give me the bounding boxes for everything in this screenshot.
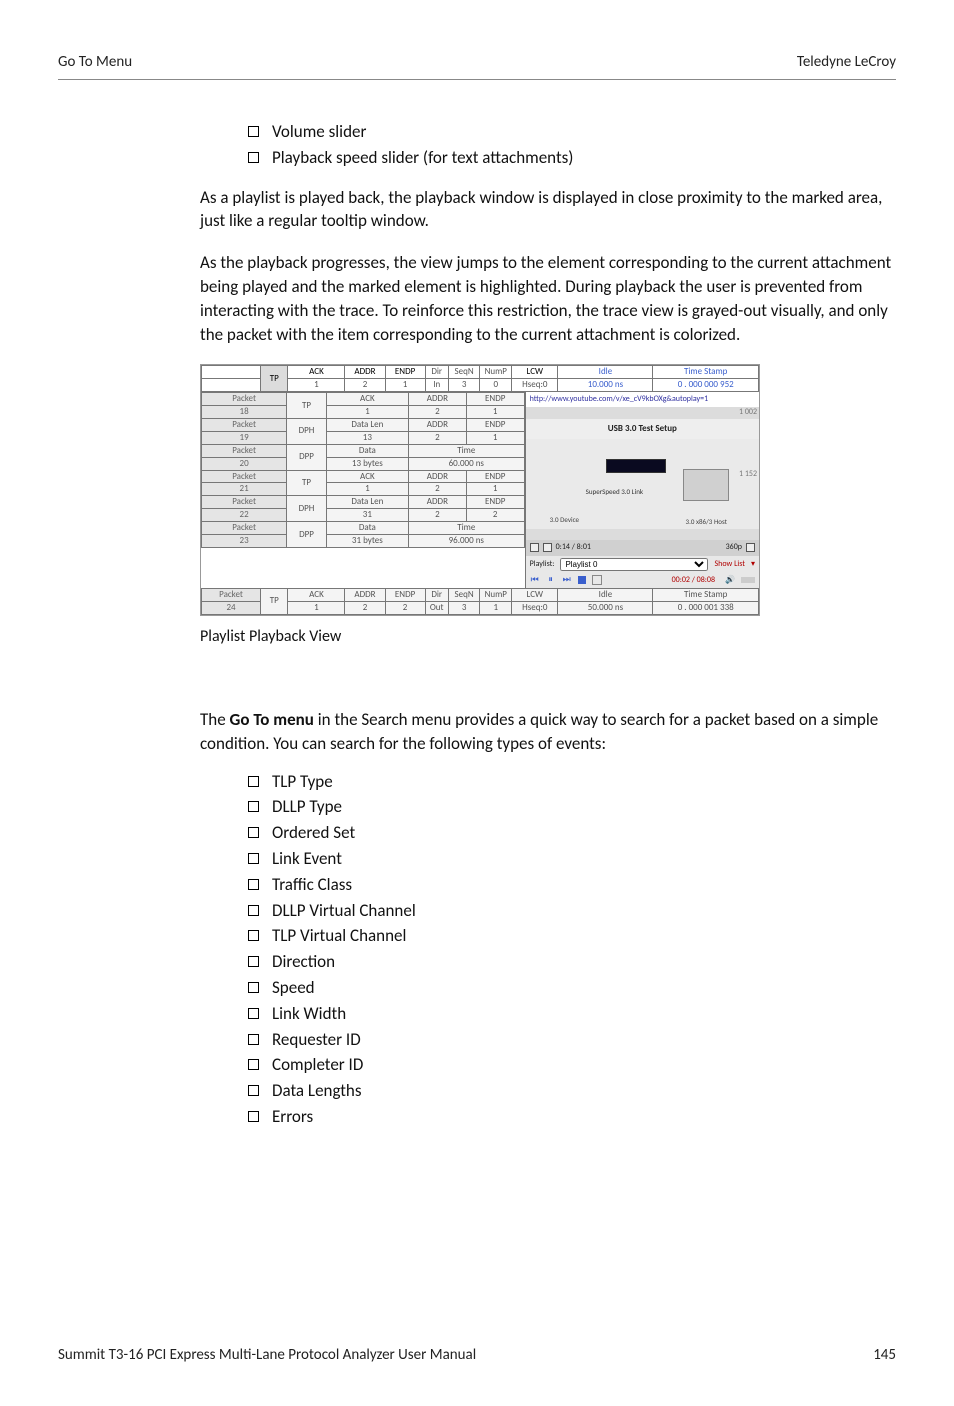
volume-icon[interactable]: 🔊	[725, 575, 735, 586]
chevron-down-icon[interactable]: ▾	[751, 559, 755, 570]
media-time: 00:02 / 08:08	[672, 575, 715, 586]
top-bullet-list: Volume slider Playback speed slider (for…	[58, 120, 896, 170]
footer-page-number: 145	[873, 1345, 896, 1366]
checkbox-icon[interactable]	[592, 575, 602, 585]
header-left: Go To Menu	[58, 52, 132, 73]
goto-paragraph: The Go To menu in the Search menu provid…	[58, 708, 896, 756]
pause-icon[interactable]	[530, 543, 539, 552]
list-item: Speed	[248, 976, 896, 1000]
col-addr: ADDR	[345, 366, 385, 379]
paragraph: As a playlist is played back, the playba…	[58, 186, 896, 234]
imp-label: 1 002	[526, 407, 759, 418]
page-header: Go To Menu Teledyne LeCroy	[58, 52, 896, 80]
packet-index: 17	[202, 379, 261, 392]
list-item: TLP Type	[248, 770, 896, 794]
fullscreen-icon[interactable]	[746, 543, 755, 552]
list-item: Errors	[248, 1105, 896, 1129]
list-item: Playback speed slider (for text attachme…	[248, 146, 896, 170]
list-item: DLLP Type	[248, 795, 896, 819]
show-list-link[interactable]: Show List	[714, 559, 745, 570]
col-packet: Packet	[202, 366, 261, 379]
volume-icon[interactable]	[543, 543, 552, 552]
list-item: TLP Virtual Channel	[248, 924, 896, 948]
stop-button[interactable]	[578, 576, 586, 584]
playlist-select[interactable]: Playlist 0	[560, 558, 708, 571]
video-progress-bar[interactable]: 0:14 / 8:01 360p	[526, 540, 759, 555]
col-lcw: LCW	[512, 366, 558, 379]
col-tp: TP	[261, 366, 288, 392]
list-item: Ordered Set	[248, 821, 896, 845]
media-controls: ⏮ ⏸ ⏭ 00:02 / 08:08 🔊	[526, 573, 759, 588]
video-quality: 360p	[726, 542, 742, 553]
col-idle: Idle	[558, 366, 653, 379]
video-thumbnail: SuperSpeed 3.0 Link 3.0 Device 3.0 x86/3…	[526, 439, 759, 529]
playlist-playback-figure: Packet TP ACK ADDR ENDP Dir SeqN NumP LC…	[200, 364, 760, 615]
figure-caption: Playlist Playback View	[58, 626, 896, 648]
goto-bullet-list: TLP TypeDLLP TypeOrdered SetLink EventTr…	[58, 770, 896, 1129]
playlist-label: Playlist:	[530, 559, 555, 570]
col-seqn: SeqN	[448, 366, 480, 379]
col-endp: ENDP	[385, 366, 425, 379]
list-item: Direction	[248, 950, 896, 974]
imp-label: 1 152	[526, 469, 759, 480]
list-item: Volume slider	[248, 120, 896, 144]
video-time: 0:14 / 8:01	[556, 542, 591, 553]
list-item: Requester ID	[248, 1028, 896, 1052]
list-item: Link Width	[248, 1002, 896, 1026]
col-timestamp: Time Stamp	[653, 366, 759, 379]
col-ack: ACK	[288, 366, 345, 379]
paragraph: As the playback progresses, the view jum…	[58, 251, 896, 346]
list-item: DLLP Virtual Channel	[248, 899, 896, 923]
list-item: Traffic Class	[248, 873, 896, 897]
list-item: Data Lengths	[248, 1079, 896, 1103]
col-nump: NumP	[480, 366, 512, 379]
volume-slider[interactable]	[741, 577, 755, 583]
page-footer: Summit T3-16 PCI Express Multi-Lane Prot…	[58, 1339, 896, 1366]
skip-forward-icon[interactable]: ⏭	[562, 575, 572, 585]
list-item: Completer ID	[248, 1053, 896, 1077]
footer-left: Summit T3-16 PCI Express Multi-Lane Prot…	[58, 1345, 476, 1366]
col-dir: Dir	[425, 366, 448, 379]
header-right: Teledyne LeCroy	[797, 52, 896, 73]
video-title: USB 3.0 Test Setup	[526, 419, 759, 440]
list-item: Link Event	[248, 847, 896, 871]
pause-icon[interactable]: ⏸	[546, 575, 556, 585]
skip-back-icon[interactable]: ⏮	[530, 575, 540, 585]
video-url: http://www.youtube.com/v/xe_cV9kbOXg&aut…	[526, 392, 759, 407]
goto-menu-bold: Go To menu	[230, 709, 314, 730]
